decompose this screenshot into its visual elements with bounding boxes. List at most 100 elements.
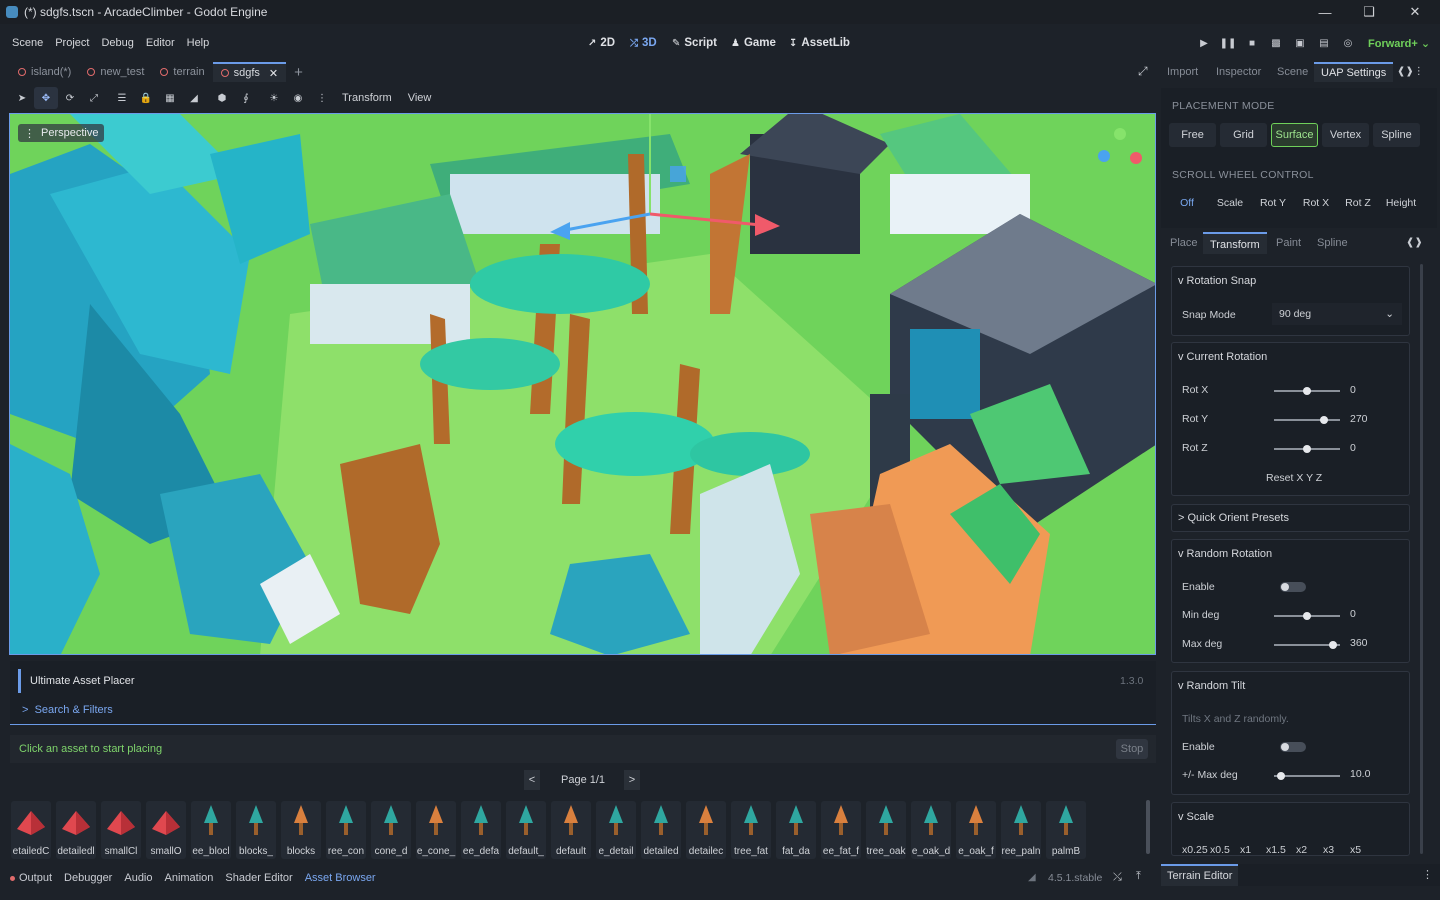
terrain-options-icon[interactable]: ⋮ (1422, 868, 1433, 881)
transform-menu[interactable]: Transform (334, 92, 400, 104)
close-window-button[interactable]: ✕ (1392, 0, 1438, 24)
rot-z-knob[interactable] (1303, 445, 1311, 453)
debug-icon[interactable]: ◎ (1340, 36, 1356, 50)
asset-item[interactable]: e_oak_d (911, 801, 951, 859)
pause-icon[interactable]: ❚❚ (1220, 36, 1237, 50)
tab-animation[interactable]: Animation (165, 872, 214, 884)
rot-y-knob[interactable] (1319, 416, 1328, 424)
local-space-icon[interactable]: ⬢ (210, 87, 234, 109)
pin-panel-icon[interactable]: ⤯ (1113, 871, 1122, 884)
max-deg-value[interactable]: 360 (1350, 637, 1368, 649)
dock-scrollbar[interactable] (1420, 264, 1423, 854)
mode-game-button[interactable]: ♟ Game (731, 34, 776, 52)
mode-2d-button[interactable]: ↗ 2D (588, 34, 615, 52)
dock-tab-inspector[interactable]: Inspector (1216, 62, 1261, 82)
tab-output[interactable]: Output (19, 872, 52, 884)
move-tool-icon[interactable]: ✥ (34, 87, 58, 109)
rotate-tool-icon[interactable]: ⟳ (58, 87, 82, 109)
group-icon[interactable]: ▦ (158, 87, 182, 109)
asset-item[interactable]: ree_con (326, 801, 366, 859)
menu-scene[interactable]: Scene (6, 37, 49, 49)
terrain-editor-tab[interactable]: Terrain Editor (1161, 864, 1239, 886)
scale-tool-icon[interactable]: ⤢ (82, 87, 106, 109)
menu-project[interactable]: Project (49, 37, 95, 49)
sub-tab-spline[interactable]: Spline (1317, 237, 1348, 249)
rotation-snap-header[interactable]: v Rotation Snap (1178, 275, 1256, 287)
sun-icon[interactable]: ☀ (262, 87, 286, 109)
scale-preset-6[interactable]: x3 (1323, 844, 1334, 855)
lock-icon[interactable]: 🔒 (134, 87, 158, 109)
rot-z-slider[interactable] (1274, 445, 1340, 453)
random-tilt-header[interactable]: v Random Tilt (1178, 680, 1245, 692)
reset-xyz-button[interactable]: Reset X Y Z (1266, 472, 1322, 484)
scroll-option-height[interactable]: Height (1381, 193, 1421, 213)
asset-item[interactable]: e_oak_f (956, 801, 996, 859)
snap-mode-select[interactable]: 90 deg ⌄ (1272, 303, 1402, 325)
min-deg-value[interactable]: 0 (1350, 608, 1356, 620)
scene-tab-terrain[interactable]: terrain (152, 62, 212, 82)
sub-tab-transform[interactable]: Transform (1203, 232, 1267, 254)
pin-icon[interactable]: ◢ (1028, 872, 1036, 883)
min-deg-slider[interactable] (1274, 612, 1340, 620)
dock-tab-scene[interactable]: Scene (1277, 62, 1308, 82)
scroll-option-off[interactable]: Off (1171, 193, 1203, 213)
distraction-free-icon[interactable]: ⤢ (1138, 64, 1148, 79)
tab-shader-editor[interactable]: Shader Editor (225, 872, 292, 884)
scene-tab-sdgfs[interactable]: sdgfs ✕ (212, 62, 287, 82)
asset-item[interactable]: default (551, 801, 591, 859)
expand-panel-icon[interactable]: ⤒ (1136, 870, 1141, 883)
asset-item[interactable]: ee_defa (461, 801, 501, 859)
view-menu[interactable]: View (400, 92, 440, 104)
asset-item[interactable]: ee_fat_f (821, 801, 861, 859)
placement-mode-free[interactable]: Free (1169, 123, 1216, 147)
next-page-button[interactable]: > (624, 770, 640, 790)
current-rotation-header[interactable]: v Current Rotation (1178, 351, 1267, 363)
placement-mode-spline[interactable]: Spline (1373, 123, 1420, 147)
stop-icon[interactable]: ■ (1244, 36, 1260, 50)
asset-item[interactable]: ee_blocl (191, 801, 231, 859)
scale-header[interactable]: v Scale (1178, 811, 1214, 823)
3d-viewport[interactable]: ⋮ Perspective (9, 113, 1156, 655)
sub-tab-paint[interactable]: Paint (1276, 237, 1301, 249)
placement-mode-vertex[interactable]: Vertex (1322, 123, 1369, 147)
environment-icon[interactable]: ◉ (286, 87, 310, 109)
random-tilt-toggle[interactable] (1280, 742, 1306, 752)
maximize-button[interactable]: ❑ (1346, 0, 1392, 24)
placement-mode-surface[interactable]: Surface (1271, 123, 1318, 147)
tab-asset-browser[interactable]: Asset Browser (305, 872, 376, 884)
scroll-option-rot-z[interactable]: Rot Z (1340, 193, 1376, 213)
rot-y-slider[interactable] (1274, 416, 1340, 424)
rot-z-value[interactable]: 0 (1350, 442, 1356, 454)
add-tab-button[interactable]: + (286, 62, 311, 82)
scroll-option-rot-x[interactable]: Rot X (1297, 193, 1335, 213)
asset-item[interactable]: ree_paln (1001, 801, 1041, 859)
movie-icon[interactable]: ▣ (1292, 36, 1308, 50)
asset-item[interactable]: e_detail (596, 801, 636, 859)
sub-tab-arrows-icon[interactable]: ❰❱ (1406, 237, 1423, 248)
tab-audio[interactable]: Audio (124, 872, 152, 884)
asset-item[interactable]: cone_d (371, 801, 411, 859)
placement-mode-grid[interactable]: Grid (1220, 123, 1267, 147)
ruler-icon[interactable]: ◢ (182, 87, 206, 109)
scroll-option-rot-y[interactable]: Rot Y (1254, 193, 1292, 213)
scale-preset-2[interactable]: x0.5 (1210, 844, 1230, 855)
asset-item[interactable]: tree_oak (866, 801, 906, 859)
asset-scrollbar[interactable] (1146, 800, 1150, 854)
asset-item[interactable]: detailec (686, 801, 726, 859)
min-deg-knob[interactable] (1303, 612, 1311, 620)
stop-button[interactable]: Stop (1116, 739, 1148, 759)
scale-preset-5[interactable]: x2 (1296, 844, 1307, 855)
asset-item[interactable]: blocks_ (236, 801, 276, 859)
tilt-max-knob[interactable] (1276, 772, 1285, 780)
asset-item[interactable]: blocks (281, 801, 321, 859)
asset-item[interactable]: fat_da (776, 801, 816, 859)
dock-options-icon[interactable]: ❰❱⋮ (1397, 66, 1424, 77)
rot-x-value[interactable]: 0 (1350, 384, 1356, 396)
asset-item[interactable]: default_ (506, 801, 546, 859)
random-rotation-header[interactable]: v Random Rotation (1178, 548, 1272, 560)
snap-icon[interactable]: ∮ (234, 87, 258, 109)
dock-tab-uap-settings[interactable]: UAP Settings (1314, 62, 1394, 82)
scene-tab-island[interactable]: island(*) (10, 62, 79, 82)
quick-orient-header[interactable]: > Quick Orient Presets (1178, 512, 1289, 524)
asset-item[interactable]: etailedC (11, 801, 51, 859)
